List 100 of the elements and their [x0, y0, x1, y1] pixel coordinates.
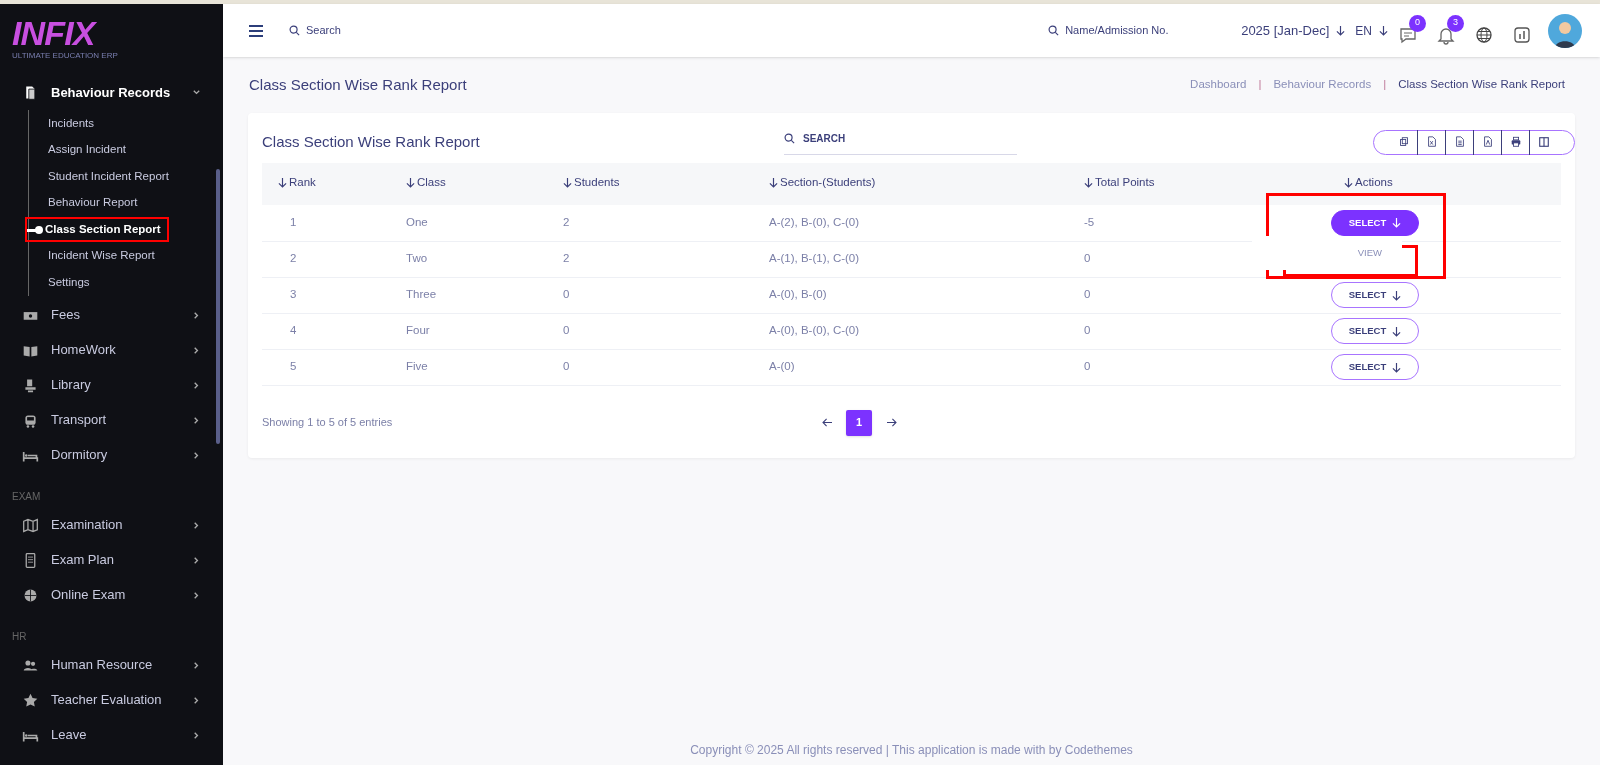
table-cell: A-(1), B-(1), C-(0) — [769, 252, 860, 265]
search-icon — [1048, 25, 1060, 36]
search-field[interactable]: Search — [306, 22, 466, 39]
table-cell: 2 — [563, 216, 570, 229]
card-title: Class Section Wise Rank Report — [262, 131, 481, 152]
table-cell: One — [406, 216, 428, 229]
sidebar-menu-item[interactable]: Behaviour Records — [0, 75, 205, 110]
logo: INFIX — [12, 16, 95, 50]
table-cell: 0 — [1084, 288, 1091, 301]
chevron-right-icon — [192, 555, 201, 565]
table-cell: Five — [406, 360, 428, 373]
sidebar-menu-item[interactable]: Exam Plan — [0, 542, 205, 578]
chevron-right-icon — [192, 310, 201, 320]
chevron-right-icon — [192, 345, 201, 355]
select-dropdown-button[interactable]: SELECT — [1331, 282, 1419, 308]
search-icon — [289, 25, 300, 36]
column-header[interactable]: Total Points — [1084, 174, 1155, 192]
arrow-down-icon — [1344, 177, 1353, 189]
chevron-right-icon — [192, 695, 201, 705]
table-cell: 0 — [563, 288, 570, 301]
table-cell: 3 — [290, 288, 297, 301]
arrow-down-icon — [278, 177, 287, 189]
table-cell: Two — [406, 252, 428, 265]
arrow-down-icon — [1084, 177, 1093, 189]
table-cell: A-(0), B-(0) — [769, 288, 827, 301]
chevron-right-icon — [192, 730, 201, 740]
arrow-down-icon — [1379, 25, 1388, 36]
arrow-left-icon — [821, 418, 833, 427]
table-cell: 4 — [290, 324, 297, 337]
arrow-down-icon — [1392, 325, 1402, 337]
chevron-right-icon — [192, 660, 201, 670]
breadcrumb-separator: | — [1383, 77, 1387, 93]
table-cell: 0 — [1084, 324, 1091, 337]
sidebar-menu-item[interactable]: Leave — [0, 717, 205, 753]
notification-badge: 3 — [1447, 14, 1464, 32]
select-dropdown-button[interactable]: SELECT — [1331, 318, 1419, 344]
student-search-field[interactable]: Name/Admission No. — [1065, 22, 1206, 39]
submenu-item[interactable]: Incidents — [29, 114, 95, 132]
table-cell: Four — [406, 324, 430, 337]
select-dropdown-button[interactable]: SELECT — [1331, 354, 1419, 380]
page-title: Class Section Wise Rank Report — [249, 74, 467, 95]
arrow-down-icon — [769, 177, 778, 189]
table-search-field[interactable]: SEARCH — [784, 123, 1017, 155]
sidebar-menu-item[interactable]: Transport — [0, 402, 205, 438]
submenu-item[interactable]: Behaviour Report — [29, 194, 138, 212]
arrow-down-icon — [563, 177, 572, 189]
avatar-silhouette[interactable] — [1548, 13, 1582, 48]
chevron-down-icon — [192, 88, 201, 97]
sidebar-menu-item[interactable]: HomeWork — [0, 332, 205, 368]
arrow-down-icon — [1392, 289, 1402, 301]
pagination-info: Showing 1 to 5 of 5 entries — [262, 415, 394, 431]
chevron-right-icon — [192, 415, 201, 425]
column-header[interactable]: Students — [563, 174, 620, 192]
column-header[interactable]: Actions — [1344, 174, 1393, 192]
arrow-down-icon — [406, 177, 415, 189]
column-header[interactable]: Rank — [278, 174, 316, 192]
table-cell: A-(2), B-(0), C-(0) — [769, 216, 860, 229]
sidebar-section-heading: EXAM — [11, 489, 41, 504]
language-dropdown[interactable]: EN — [1355, 21, 1388, 40]
session-dropdown[interactable]: 2025 [Jan-Dec] — [1241, 20, 1346, 41]
notifications-button[interactable]: 3 — [1436, 14, 1464, 47]
breadcrumb-separator: | — [1258, 77, 1262, 93]
table-cell: Three — [406, 288, 437, 301]
page-button[interactable]: 1 — [846, 409, 872, 436]
select-dropdown-button[interactable]: SELECT — [1331, 209, 1419, 236]
sidebar-menu-item[interactable]: Fees — [0, 297, 205, 333]
sidebar-menu-item[interactable]: Examination — [0, 507, 205, 543]
table-cell: 5 — [290, 360, 297, 373]
table-cell: 0 — [1084, 360, 1091, 373]
table-cell: 2 — [290, 252, 297, 265]
sidebar-menu-item[interactable]: Teacher Evaluation — [0, 682, 205, 718]
active-indicator — [27, 226, 43, 234]
sidebar-menu-item[interactable]: Online Exam — [0, 577, 205, 613]
arrow-down-icon — [1392, 217, 1402, 229]
table-cell: 0 — [563, 360, 570, 373]
submenu-item[interactable]: Class Section Report — [25, 216, 169, 242]
sidebar-menu-item[interactable]: Human Resource — [0, 647, 205, 683]
scrollbar-thumb[interactable] — [216, 169, 220, 444]
map-icon — [22, 516, 39, 534]
notification-badge: 0 — [1409, 14, 1426, 32]
arrow-right-icon — [885, 418, 897, 427]
table-cell: A-(0) — [769, 360, 795, 373]
submenu-item[interactable]: Incident Wise Report — [29, 247, 155, 265]
table-cell: 0 — [1084, 252, 1091, 265]
chevron-right-icon — [192, 380, 201, 390]
column-header[interactable]: Section-(Students) — [769, 174, 876, 192]
sidebar-menu-item[interactable]: Library — [0, 367, 205, 403]
logo-tagline: ULTIMATE EDUCATION ERP — [12, 51, 118, 61]
table-cell: 1 — [290, 216, 297, 229]
search-icon — [784, 133, 795, 144]
column-header[interactable]: Class — [406, 174, 446, 192]
chevron-right-icon — [192, 590, 201, 600]
submenu-item[interactable]: Settings — [29, 273, 90, 291]
sidebar-menu-item[interactable]: Dormitory — [0, 437, 205, 473]
table-cell: A-(0), B-(0), C-(0) — [769, 324, 860, 337]
chevron-right-icon — [192, 450, 201, 460]
messages-button[interactable]: 0 — [1398, 14, 1426, 47]
submenu-item[interactable]: Student Incident Report — [29, 167, 169, 185]
menu-icon[interactable] — [249, 24, 263, 37]
submenu-item[interactable]: Assign Incident — [29, 141, 126, 159]
